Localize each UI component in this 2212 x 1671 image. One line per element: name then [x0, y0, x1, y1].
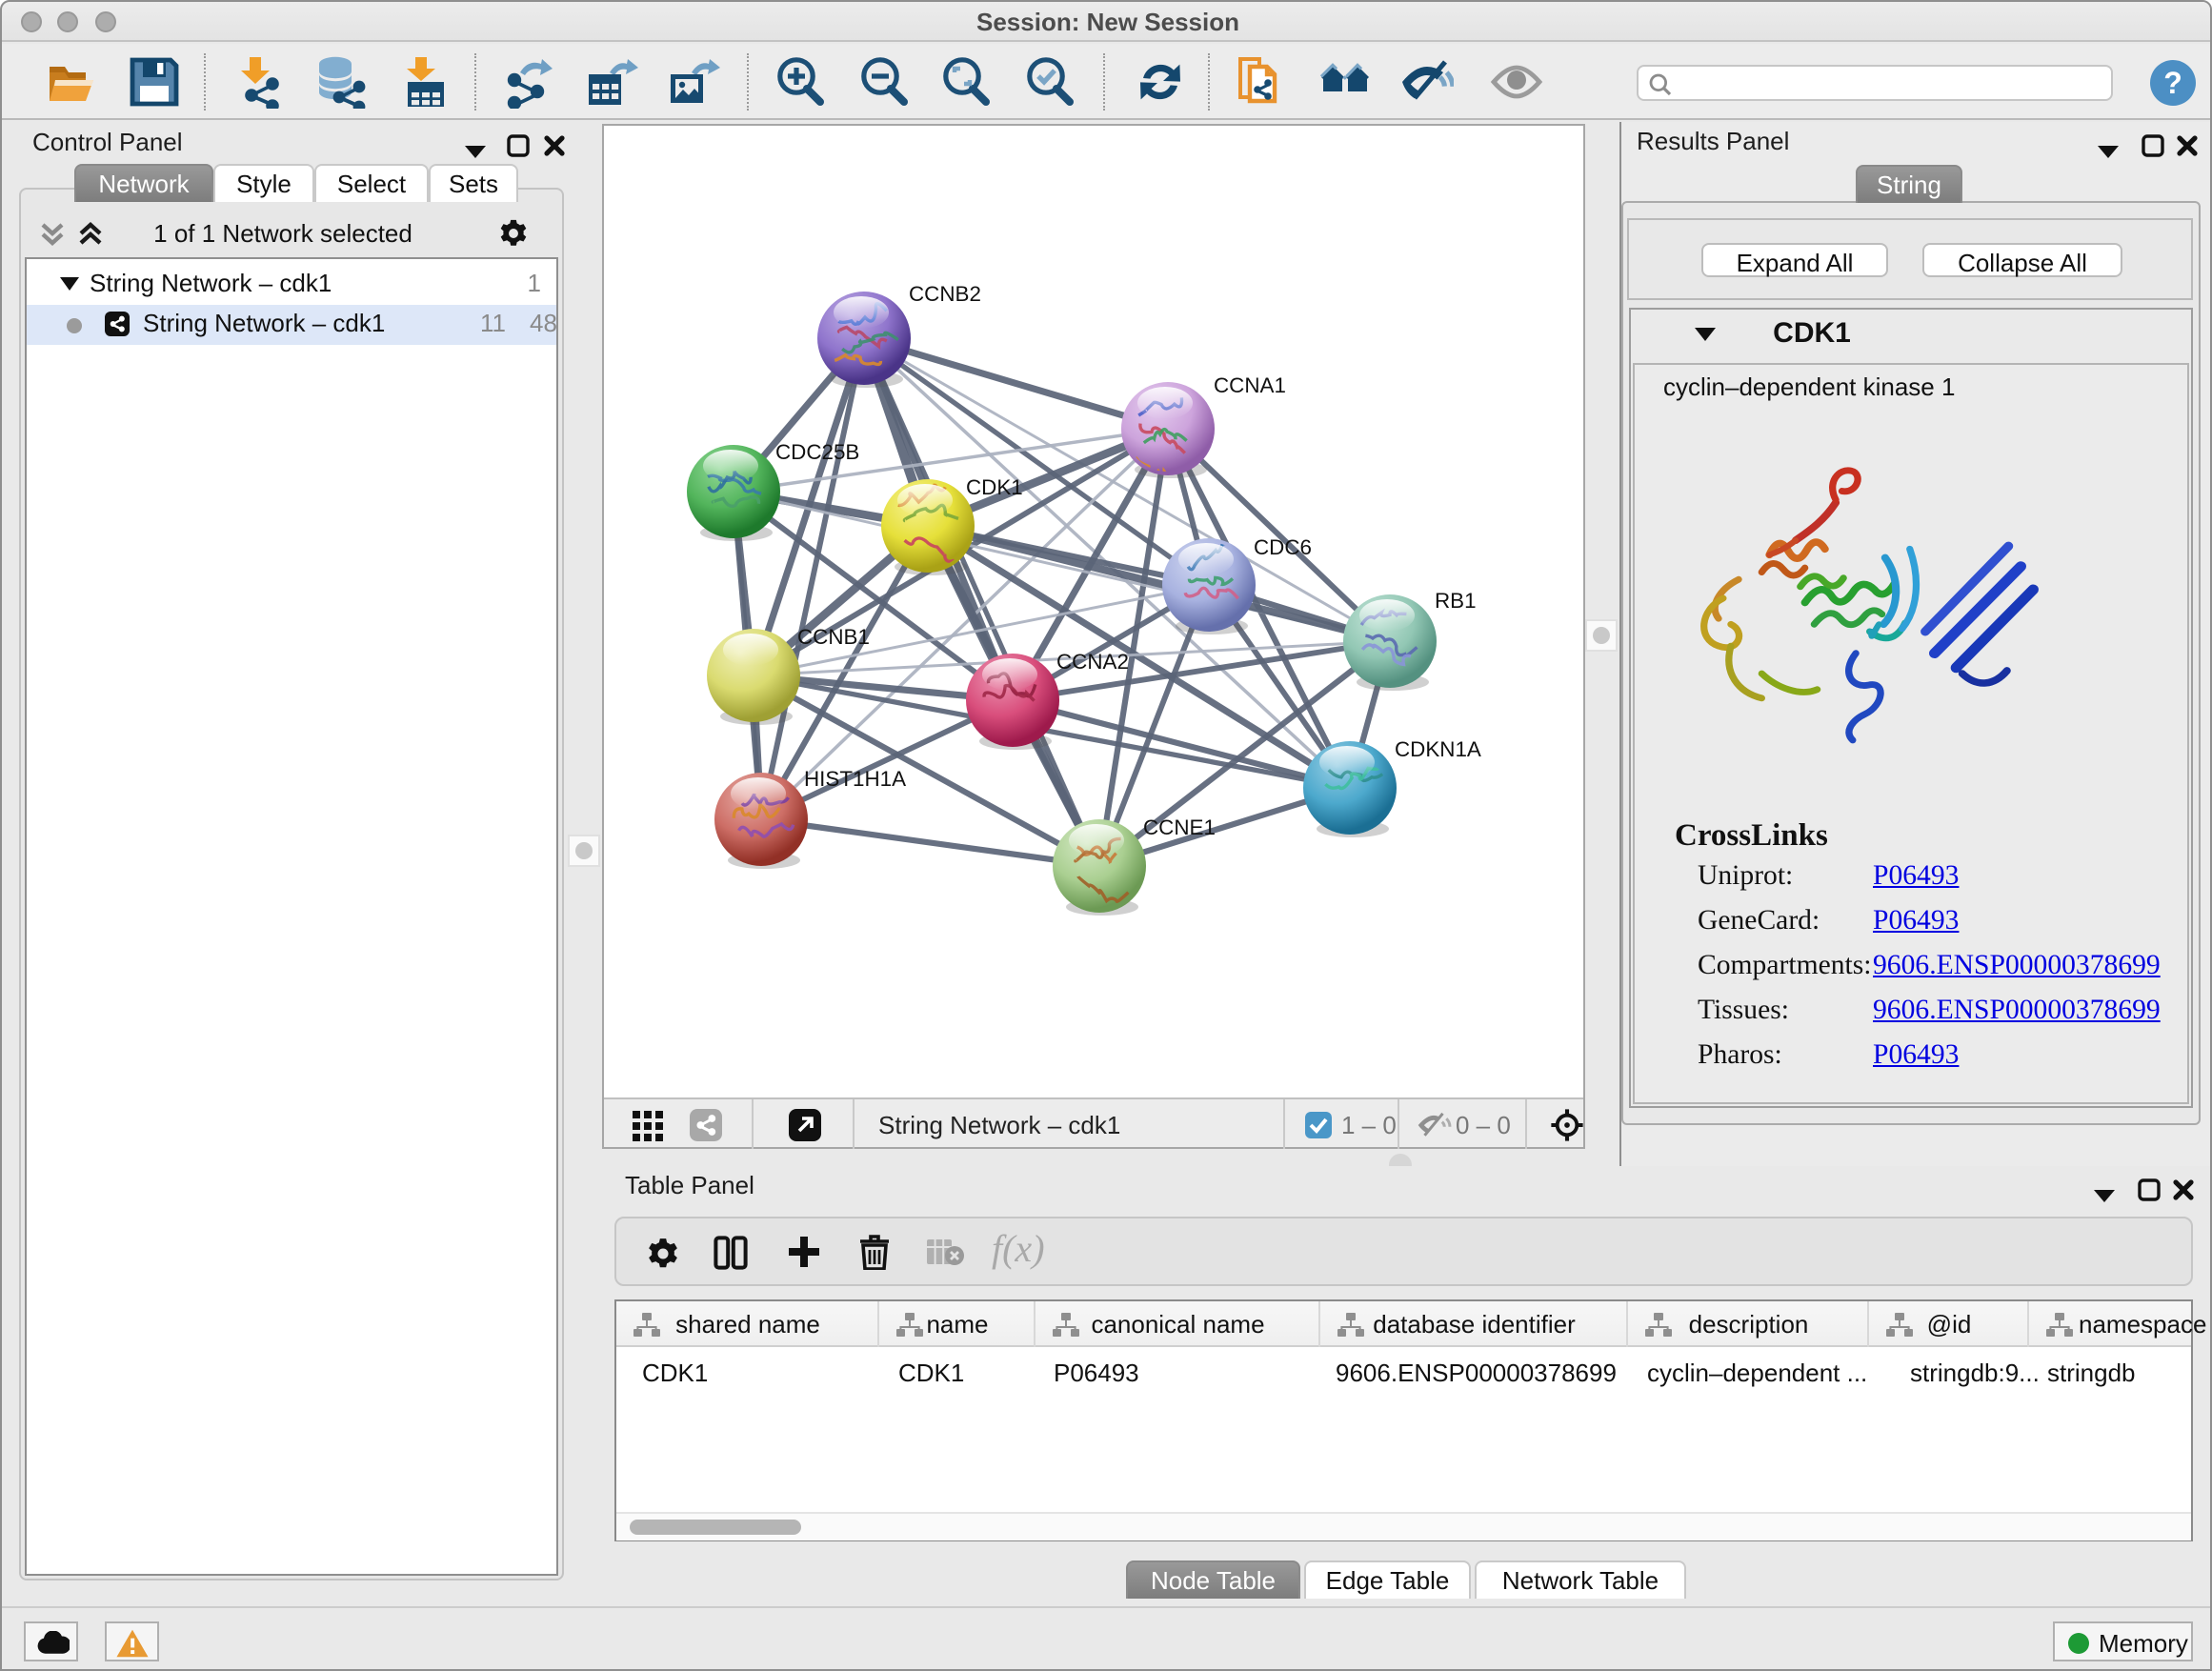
- svg-text:CCNE1: CCNE1: [1143, 815, 1216, 839]
- svg-text:RB1: RB1: [1435, 589, 1477, 613]
- svg-text:?: ?: [2163, 66, 2182, 100]
- svg-text:HIST1H1A: HIST1H1A: [804, 767, 906, 791]
- svg-text:CCNB2: CCNB2: [909, 282, 981, 306]
- svg-text:CDKN1A: CDKN1A: [1395, 737, 1481, 761]
- svg-text:CCNB1: CCNB1: [797, 625, 870, 649]
- svg-text:CDC6: CDC6: [1254, 535, 1312, 559]
- svg-text:CDK1: CDK1: [966, 475, 1023, 499]
- svg-text:CCNA2: CCNA2: [1056, 650, 1129, 674]
- svg-text:CDC25B: CDC25B: [775, 440, 859, 464]
- svg-text:CCNA1: CCNA1: [1214, 373, 1286, 397]
